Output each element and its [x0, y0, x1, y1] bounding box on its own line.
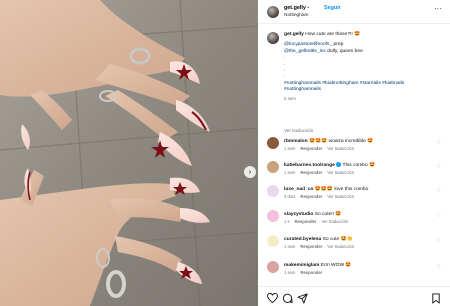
reply-button[interactable]: Responder: [300, 170, 322, 175]
verified-badge-icon: ✓: [336, 162, 342, 168]
post-header: get.gelly • Seguir Nottingham ···: [258, 0, 450, 24]
comment-meta: 1 sem Responder Ver traducción: [284, 244, 359, 249]
comment-body: So cute!! 🤩: [314, 212, 342, 217]
comment-time: 3 días: [284, 194, 296, 199]
see-translation-link[interactable]: Ver traducción: [327, 194, 354, 199]
hashtags[interactable]: #nottinghamnails: [284, 87, 444, 93]
post-sidebar: get.gelly • Seguir Nottingham ··· get.ge…: [258, 0, 450, 306]
comment-time: 1 sem: [284, 270, 296, 275]
comment-text: slayzystudio So cute!! 🤩: [284, 211, 341, 217]
post-photo[interactable]: ›: [0, 0, 258, 306]
see-translation-link[interactable]: Ver traducción: [327, 244, 354, 249]
comment-time: 1 sem: [284, 170, 296, 175]
comment-text: katiebarnes.toolrange ✓ This combo 🤩: [284, 162, 375, 168]
comment-body: So cute 🤩👏: [322, 237, 353, 242]
heart-icon[interactable]: [266, 292, 278, 304]
more-horizontal-icon[interactable]: ···: [434, 5, 442, 13]
comment-like-heart-icon[interactable]: ♡: [437, 140, 441, 146]
caption-body: How cute are these?!! 🤩: [305, 32, 361, 37]
next-photo-button[interactable]: ›: [244, 166, 256, 178]
commenter-username[interactable]: curated.byelena: [284, 237, 321, 242]
comment-like-heart-icon[interactable]: ♡: [437, 164, 441, 170]
comment-body: 🤩🤩🤩 wowza incredible 🤩: [309, 139, 374, 144]
bookmark-icon[interactable]: [430, 292, 442, 304]
comment-time: 1 sem: [284, 146, 296, 151]
commenter-username[interactable]: slayzystudio: [284, 212, 313, 217]
post-location[interactable]: Nottingham: [284, 13, 309, 18]
author-avatar[interactable]: [267, 6, 279, 18]
separator-dot: •: [307, 5, 310, 11]
comment-text: makemimiglam Erm WOW 🤩: [284, 262, 352, 268]
caption-line-2: prep: [332, 42, 344, 48]
reply-button[interactable]: Responder: [300, 244, 322, 249]
comment-meta: 1 sem Responder Ver traducción: [284, 170, 359, 175]
comment-meta: 3 días Responder Ver traducción: [284, 194, 359, 199]
see-translation-link[interactable]: Ver traducción: [327, 170, 354, 175]
commenter-avatar[interactable]: [267, 185, 279, 197]
comment-time: 1 sem: [284, 244, 296, 249]
commenter-username[interactable]: katiebarnes.toolrange: [284, 163, 335, 168]
commenter-username[interactable]: rbmmalon: [284, 139, 308, 144]
follow-button[interactable]: Seguir: [324, 5, 341, 11]
reply-button[interactable]: Responder: [295, 219, 317, 224]
caption-text: get.gelly How cute are these?!! 🤩 @lucyp…: [284, 32, 444, 102]
caption-time: 2 sem: [284, 95, 296, 101]
reply-button[interactable]: Responder: [300, 270, 322, 275]
comment-like-heart-icon[interactable]: ♡: [437, 264, 441, 270]
comment-row: curated.byelena So cute 🤩👏 1 sem Responder…: [258, 232, 450, 256]
comment-body: 🤩🤩🤩 love this combo: [314, 187, 369, 192]
mention-link[interactable]: @lucypastorelifeoofs_: [284, 42, 332, 47]
reply-button[interactable]: Responder: [300, 146, 322, 151]
comment-icon[interactable]: [281, 292, 293, 304]
see-translation-link[interactable]: Ver traducción: [327, 146, 354, 151]
caption-line-3: dolly, queen bee: [325, 48, 363, 54]
comment-row: luxe_nail_co 🤩🤩🤩 love this combo 3 días Re…: [258, 182, 450, 206]
commenter-username[interactable]: luxe_nail_co: [284, 187, 313, 192]
mention-link[interactable]: @the_gelbottle_inc: [284, 49, 326, 54]
caption-avatar[interactable]: [267, 32, 279, 44]
commenter-avatar[interactable]: [267, 137, 279, 149]
comment-like-heart-icon[interactable]: ♡: [437, 238, 441, 244]
caption-username[interactable]: get.gelly: [284, 32, 304, 37]
comment-body: This combo 🤩: [342, 163, 376, 168]
comment-like-heart-icon[interactable]: ♡: [437, 213, 441, 219]
comment-text: luxe_nail_co 🤩🤩🤩 love this combo: [284, 186, 368, 192]
comment-row: rbmmalon 🤩🤩🤩 wowza incredible 🤩 1 sem Resp…: [258, 134, 450, 158]
comment-time: 1 s: [284, 219, 290, 224]
action-bar: [258, 286, 450, 306]
comment-body: Erm WOW 🤩: [320, 263, 352, 268]
comment-row: slayzystudio So cute!! 🤩 1 s Responder Ver …: [258, 207, 450, 231]
see-translation-link[interactable]: Ver traducción: [284, 128, 313, 133]
comment-text: curated.byelena So cute 🤩👏: [284, 236, 353, 242]
commenter-avatar[interactable]: [267, 161, 279, 173]
see-translation-link[interactable]: Ver traducción: [321, 219, 348, 224]
comment-text: rbmmalon 🤩🤩🤩 wowza incredible 🤩: [284, 138, 373, 144]
commenter-avatar[interactable]: [267, 261, 279, 273]
author-username[interactable]: get.gelly: [284, 5, 306, 11]
nails-photo: [0, 0, 258, 306]
send-icon[interactable]: [296, 292, 308, 304]
commenter-avatar[interactable]: [267, 235, 279, 247]
commenter-username[interactable]: makemimiglam: [284, 263, 319, 268]
chevron-right-icon: ›: [248, 167, 252, 176]
comment-meta: 1 sem Responder: [284, 270, 327, 275]
comment-row: katiebarnes.toolrange ✓ This combo 🤩 1 se…: [258, 158, 450, 182]
comment-row: makemimiglam Erm WOW 🤩 1 sem Responder ♡: [258, 258, 450, 282]
reply-button[interactable]: Responder: [300, 194, 322, 199]
author-username-row: get.gelly •: [284, 5, 309, 11]
comment-meta: 1 s Responder Ver traducción: [284, 219, 353, 224]
comment-like-heart-icon[interactable]: ♡: [437, 188, 441, 194]
comment-meta: 1 sem Responder Ver traducción: [284, 146, 359, 151]
commenter-avatar[interactable]: [267, 210, 279, 222]
